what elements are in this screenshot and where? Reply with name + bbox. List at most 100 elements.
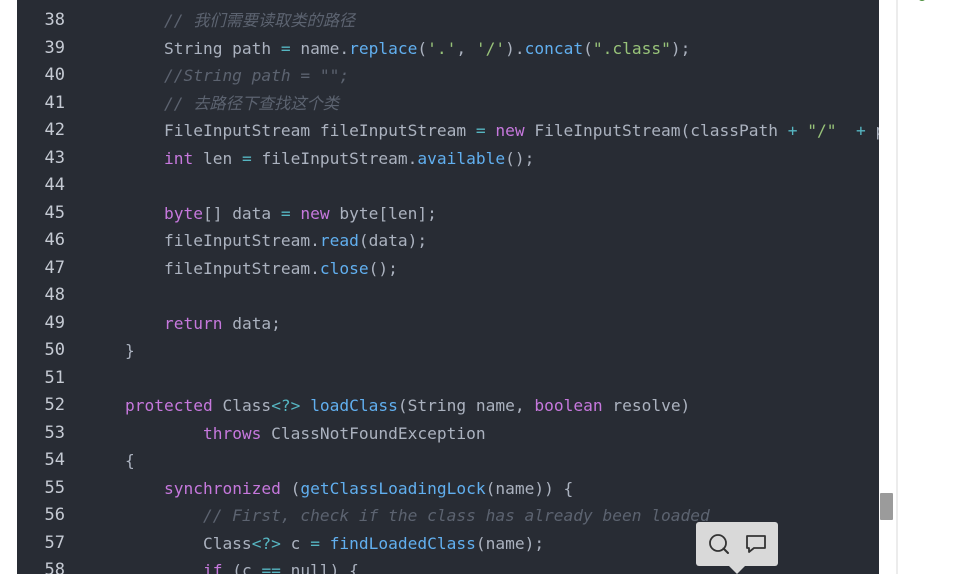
code-token: ".class": [592, 38, 671, 58]
code-token: (: [417, 38, 428, 58]
code-line: fileInputStream.close();: [86, 255, 879, 283]
code-block: 38 39 40 41 42 43 44 45 46 47 48 49 50 51 52 53 54 55 56 57…: [17, 0, 879, 574]
code-token: synchronized: [163, 478, 281, 498]
code-token: ClassNotFoundException: [261, 423, 486, 443]
code-token: +: [855, 121, 866, 140]
code-token: //String path = "";: [86, 66, 350, 85]
line-number: 38: [44, 10, 65, 30]
code-token: );: [670, 38, 691, 58]
code-token: [] data: [202, 203, 281, 223]
code-token: Class: [212, 396, 272, 415]
line-number: 51: [44, 367, 65, 388]
line-number: 44: [44, 175, 65, 195]
code-line: throws ClassNotFoundException: [86, 420, 879, 448]
code-token: (: [280, 478, 301, 498]
code-token: new: [495, 121, 525, 140]
code-token: ();: [505, 148, 535, 168]
scrollbar-thumb[interactable]: [880, 493, 893, 520]
code-token: <?>: [271, 396, 301, 415]
code-token: (String name,: [397, 396, 535, 415]
code-token: {: [86, 451, 135, 470]
code-token: loadClass: [310, 396, 398, 415]
code-token: getClassLoadingLock: [300, 478, 486, 498]
line-number: 48: [44, 285, 65, 305]
code-token: read: [319, 231, 359, 250]
code-token: Class: [86, 533, 252, 553]
code-token: FileInputStream fileInputStream: [86, 121, 476, 140]
code-token: FileInputStream(classPath: [524, 121, 788, 140]
line-number: 41: [44, 92, 65, 113]
code-token: close: [319, 258, 369, 278]
right-sidebar: [879, 0, 978, 574]
line-number: 45: [44, 202, 65, 223]
code-token: len: [193, 148, 242, 168]
line-number: 40: [44, 65, 65, 85]
code-token: int: [163, 148, 194, 168]
floating-toolbar-tail: [729, 566, 745, 574]
code-line: }: [86, 337, 879, 365]
code-line: // 我们需要读取类的路径: [86, 7, 879, 35]
code-token: findLoadedClass: [329, 533, 476, 553]
line-number: 47: [44, 257, 65, 278]
code-token: boolean: [534, 396, 603, 415]
code-token: new: [300, 203, 330, 223]
line-number: 55: [44, 477, 65, 498]
code-token: <?>: [251, 533, 281, 553]
code-token: null) {: [280, 561, 359, 574]
code-token: // 去路径下查找这个类: [86, 93, 339, 113]
code-line: //String path = "";: [86, 62, 879, 90]
code-token: (c: [222, 561, 262, 574]
code-token: }: [86, 341, 135, 360]
code-token: throws: [202, 423, 262, 443]
line-number-gutter: 38 39 40 41 42 43 44 45 46 47 48 49 50 51 52 53 54 55 56 57…: [17, 0, 76, 574]
code-token: "/": [807, 121, 837, 140]
code-token: =: [280, 38, 291, 58]
line-number: 57: [44, 532, 65, 553]
code-token: '/': [475, 38, 506, 58]
code-token: '.': [427, 38, 457, 58]
code-token: replace: [349, 38, 418, 58]
search-icon[interactable]: [706, 531, 732, 557]
code-token: +: [787, 121, 798, 140]
code-token: ).: [505, 38, 525, 58]
code-token: if: [202, 561, 223, 574]
code-token: (: [583, 38, 593, 58]
code-token: byte: [163, 203, 203, 223]
code-line: FileInputStream fileInputStream = new Fi…: [86, 117, 879, 145]
code-token: fileInputStream.: [251, 148, 418, 168]
line-number: 50: [44, 340, 65, 360]
line-number: 49: [44, 312, 65, 333]
code-token: resolve): [602, 396, 691, 415]
sidebar-divider: [896, 0, 898, 574]
code-token: pa: [866, 121, 879, 140]
code-token: fileInputStream.: [86, 231, 320, 250]
line-number: 43: [44, 147, 65, 168]
code-line: synchronized (getClassLoadingLock(name))…: [86, 475, 879, 503]
line-number: 53: [44, 422, 65, 443]
line-number: 39: [44, 37, 65, 58]
code-line: fileInputStream.read(data);: [86, 227, 879, 255]
code-line: byte[] data = new byte[len];: [86, 200, 879, 228]
corner-icon: [919, 0, 925, 1]
floating-toolbar: [696, 522, 778, 566]
code-token: available: [417, 148, 506, 168]
comment-icon[interactable]: [743, 531, 769, 557]
page-left-margin: [0, 0, 17, 574]
code-token: (data);: [358, 231, 428, 250]
code-token: data;: [222, 313, 281, 333]
code-token: fileInputStream.: [86, 258, 320, 278]
line-number: 46: [44, 230, 65, 250]
code-token: ();: [368, 258, 398, 278]
